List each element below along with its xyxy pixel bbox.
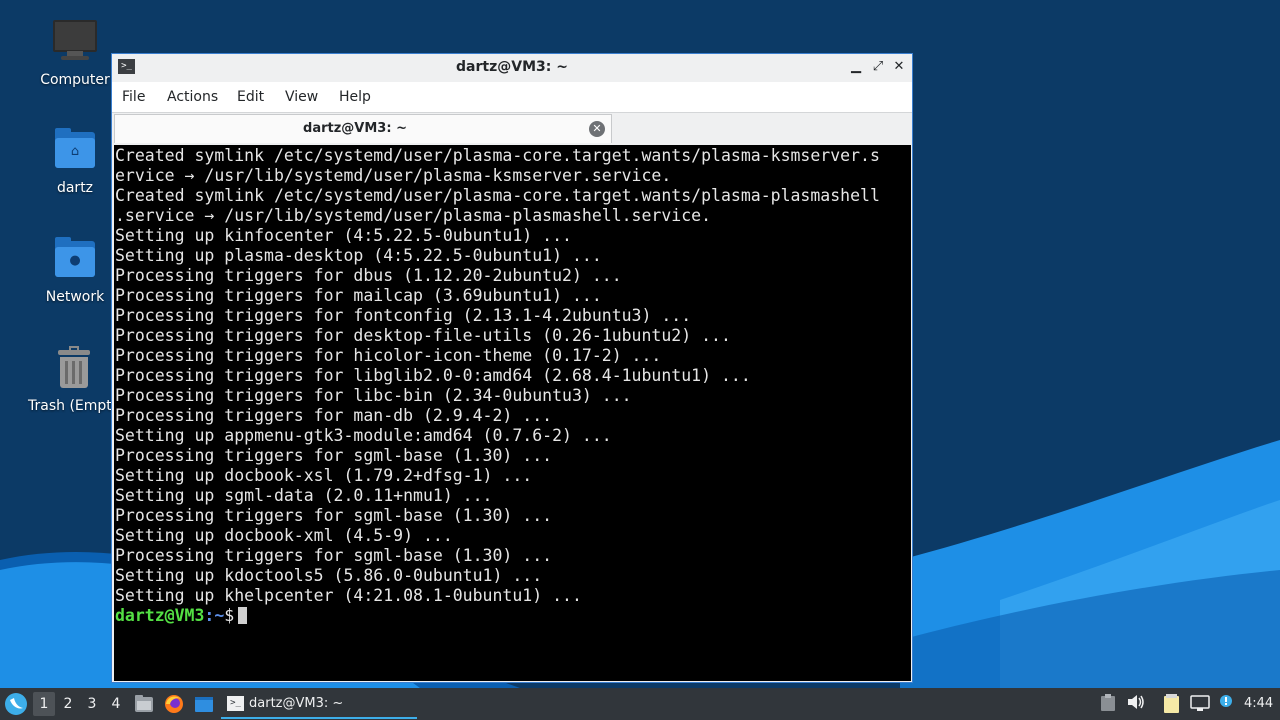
tab-bar: dartz@VM3: ~ ✕ bbox=[112, 112, 912, 145]
menu-actions[interactable]: Actions bbox=[167, 82, 218, 112]
desktop-icon-home[interactable]: ⌂ dartz bbox=[25, 128, 125, 196]
menu-file[interactable]: File bbox=[122, 82, 145, 112]
terminal-tab[interactable]: dartz@VM3: ~ ✕ bbox=[114, 114, 612, 143]
prompt-user: dartz@VM3 bbox=[115, 606, 205, 625]
taskbar: 1 2 3 4 >_ dartz@VM3: ~ 4:44 bbox=[0, 688, 1280, 720]
terminal-output[interactable]: Created symlink /etc/systemd/user/plasma… bbox=[114, 145, 911, 681]
desktop-icon-label: Trash (Empty) bbox=[28, 398, 111, 414]
workspace-1[interactable]: 1 bbox=[33, 692, 55, 716]
terminal-line: Processing triggers for dbus (1.12.20-2u… bbox=[115, 266, 622, 285]
terminal-line: Setting up kdoctools5 (5.86.0-0ubuntu1) … bbox=[115, 566, 543, 585]
menu-view[interactable]: View bbox=[285, 82, 318, 112]
notification-icon[interactable] bbox=[1216, 694, 1236, 714]
start-menu-icon[interactable] bbox=[3, 691, 29, 717]
prompt-path: :~ bbox=[204, 606, 225, 625]
terminal-line: Processing triggers for desktop-file-uti… bbox=[115, 326, 731, 345]
terminal-line: Processing triggers for libglib2.0-0:amd… bbox=[115, 366, 751, 385]
maximize-button[interactable]: ⤢ bbox=[869, 58, 887, 76]
file-manager-icon[interactable] bbox=[133, 693, 155, 715]
terminal-line: Setting up docbook-xml (4.5-9) ... bbox=[115, 526, 453, 545]
active-task-indicator bbox=[221, 717, 417, 719]
terminal-line: Setting up kinfocenter (4:5.22.5-0ubuntu… bbox=[115, 226, 572, 245]
terminal-line: Processing triggers for sgml-base (1.30)… bbox=[115, 506, 553, 525]
home-folder-icon: ⌂ bbox=[51, 128, 99, 176]
window-title: dartz@VM3: ~ bbox=[456, 59, 568, 75]
workspace-2[interactable]: 2 bbox=[57, 692, 79, 716]
workspace-4[interactable]: 4 bbox=[105, 692, 127, 716]
terminal-line: Processing triggers for fontconfig (2.13… bbox=[115, 306, 692, 325]
terminal-line: Setting up docbook-xsl (1.79.2+dfsg-1) .… bbox=[115, 466, 533, 485]
terminal-line: Processing triggers for hicolor-icon-the… bbox=[115, 346, 662, 365]
menu-help[interactable]: Help bbox=[339, 82, 371, 112]
tab-label: dartz@VM3: ~ bbox=[303, 121, 407, 136]
firefox-icon[interactable] bbox=[163, 693, 185, 715]
terminal-line: Processing triggers for libc-bin (2.34-0… bbox=[115, 386, 632, 405]
prompt-symbol: $ bbox=[224, 606, 235, 625]
desktop-icon-network[interactable]: ● Network bbox=[25, 237, 125, 305]
tab-close-icon[interactable]: ✕ bbox=[589, 121, 605, 137]
minimize-button[interactable]: ▁ bbox=[847, 58, 865, 76]
shell-prompt[interactable]: dartz@VM3:~$ bbox=[115, 606, 880, 626]
desktop-icon[interactable] bbox=[193, 693, 215, 715]
trash-icon bbox=[50, 346, 98, 394]
volume-icon[interactable] bbox=[1126, 694, 1146, 714]
terminal-icon: >_ bbox=[227, 696, 244, 711]
workspace-3[interactable]: 3 bbox=[81, 692, 103, 716]
terminal-line: Setting up plasma-desktop (4:5.22.5-0ubu… bbox=[115, 246, 602, 265]
title-bar[interactable]: >_ dartz@VM3: ~ ▁ ⤢ ✕ bbox=[112, 54, 912, 81]
terminal-line: .service → /usr/lib/systemd/user/plasma-… bbox=[115, 206, 712, 225]
terminal-line: Setting up sgml-data (2.0.11+nmu1) ... bbox=[115, 486, 493, 505]
desktop-icon-trash[interactable]: Trash (Empty) bbox=[25, 346, 111, 414]
text-cursor bbox=[238, 607, 248, 624]
terminal-line: Setting up appmenu-gtk3-module:amd64 (0.… bbox=[115, 426, 612, 445]
menu-bar: File Actions Edit View Help bbox=[112, 82, 912, 112]
terminal-line: Processing triggers for man-db (2.9.4-2)… bbox=[115, 406, 553, 425]
terminal-line: Processing triggers for sgml-base (1.30)… bbox=[115, 446, 553, 465]
desktop-icon-computer[interactable]: Computer bbox=[25, 20, 125, 88]
terminal-line: Created symlink /etc/systemd/user/plasma… bbox=[115, 186, 880, 205]
computer-icon bbox=[51, 20, 99, 68]
task-terminal[interactable]: >_ dartz@VM3: ~ bbox=[221, 688, 417, 720]
notes-icon[interactable] bbox=[1162, 694, 1182, 714]
terminal-line: ervice → /usr/lib/systemd/user/plasma-ks… bbox=[115, 166, 672, 185]
terminal-line: Setting up khelpcenter (4:21.08.1-0ubunt… bbox=[115, 586, 582, 605]
menu-edit[interactable]: Edit bbox=[237, 82, 264, 112]
terminal-lines: Created symlink /etc/systemd/user/plasma… bbox=[115, 146, 880, 626]
network-tray-icon[interactable] bbox=[1190, 694, 1210, 714]
desktop-icon-label: dartz bbox=[56, 180, 94, 196]
close-button[interactable]: ✕ bbox=[890, 58, 908, 76]
terminal-line: Processing triggers for mailcap (3.69ubu… bbox=[115, 286, 602, 305]
terminal-line: Processing triggers for sgml-base (1.30)… bbox=[115, 546, 553, 565]
desktop-icon-label: Network bbox=[45, 289, 105, 305]
clock[interactable]: 4:44 bbox=[1244, 688, 1273, 720]
clipboard-icon[interactable] bbox=[1098, 694, 1118, 714]
terminal-window[interactable]: >_ dartz@VM3: ~ ▁ ⤢ ✕ File Actions Edit … bbox=[111, 53, 913, 683]
desktop-icon-label: Computer bbox=[40, 72, 110, 88]
task-label: dartz@VM3: ~ bbox=[249, 696, 344, 711]
network-folder-icon: ● bbox=[51, 237, 99, 285]
terminal-line: Created symlink /etc/systemd/user/plasma… bbox=[115, 146, 880, 165]
